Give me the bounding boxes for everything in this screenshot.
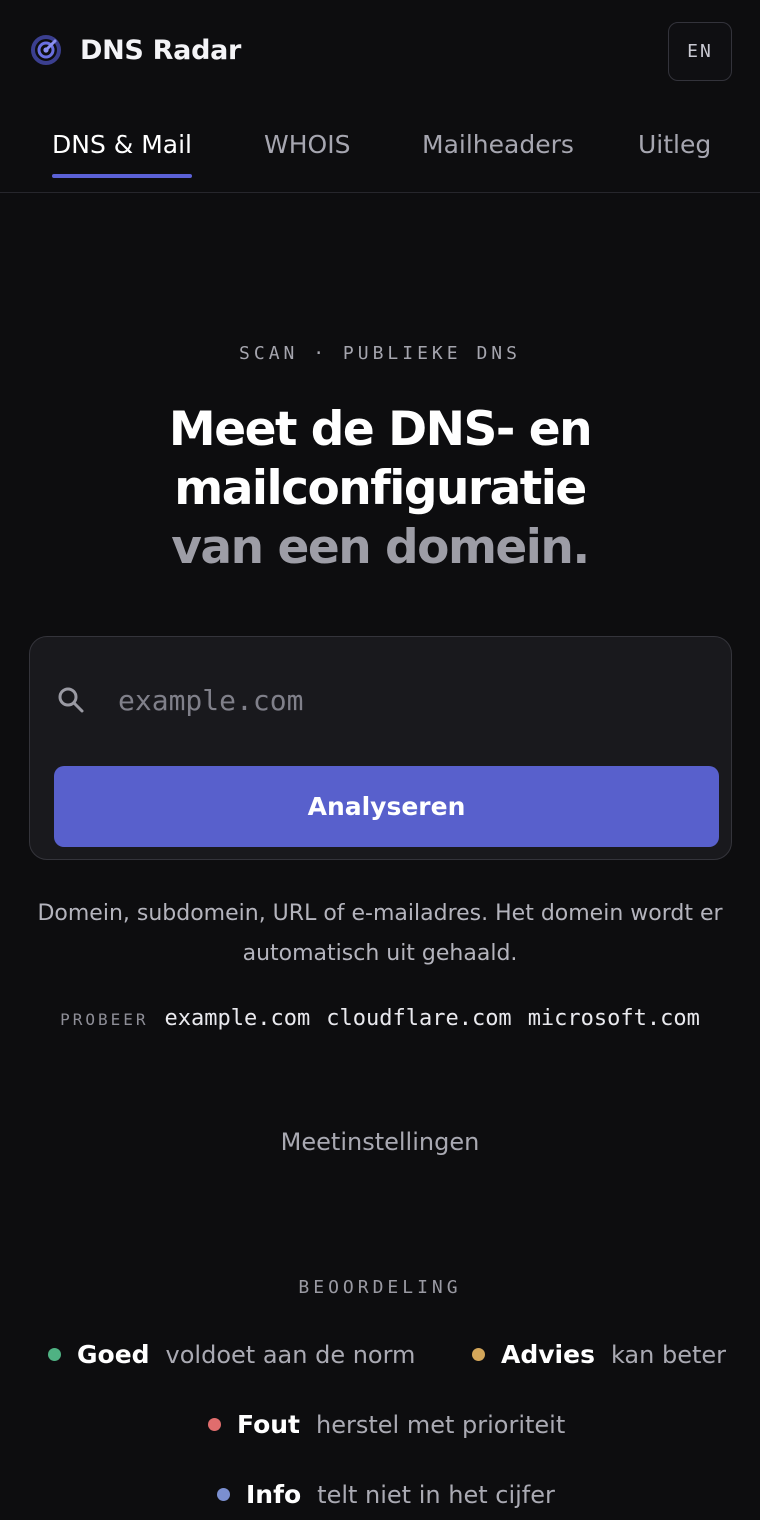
main-tabs: DNS & Mail WHOIS Mailheaders Uitleg — [0, 110, 760, 193]
legend-description: kan beter — [610, 1340, 727, 1369]
analyze-button[interactable]: Analyseren — [54, 766, 719, 847]
examples-label: PROBEER — [60, 1010, 149, 1029]
search-icon — [58, 687, 84, 713]
status-dot-error — [208, 1418, 221, 1431]
radar-icon — [31, 35, 61, 65]
domain-search-form: Analyseren — [29, 636, 732, 860]
tab-mailheaders[interactable]: Mailheaders — [422, 130, 574, 159]
page-title: Meet de DNS- en mailconfiguratie van een… — [0, 400, 760, 577]
language-toggle-button[interactable]: EN — [668, 22, 732, 81]
status-dot-good — [48, 1348, 61, 1361]
brand[interactable]: DNS Radar — [30, 34, 241, 66]
legend-item-advies: Advies kan beter — [472, 1340, 726, 1369]
status-dot-advice — [472, 1348, 485, 1361]
example-link-microsoft[interactable]: microsoft.com — [528, 1006, 700, 1031]
legend-name: Goed — [77, 1340, 150, 1369]
brand-name: DNS Radar — [80, 34, 242, 66]
legend-description: herstel met prioriteit — [316, 1410, 566, 1439]
top-bar: DNS Radar EN — [0, 0, 760, 100]
status-dot-info — [217, 1488, 230, 1501]
title-line-3: van een domein. — [171, 520, 590, 575]
measurement-settings-toggle[interactable]: Meetinstellingen — [0, 1128, 760, 1156]
title-line-1: Meet de DNS- en — [168, 402, 593, 457]
active-tab-indicator — [52, 174, 192, 178]
legend-name: Info — [246, 1480, 302, 1509]
legend-title: BEOORDELING — [298, 1277, 462, 1298]
example-link-cloudflare[interactable]: cloudflare.com — [326, 1006, 511, 1031]
tab-dns-mail[interactable]: DNS & Mail — [52, 130, 192, 159]
tab-uitleg[interactable]: Uitleg — [638, 130, 711, 159]
legend-item-goed: Goed voldoet aan de norm — [48, 1340, 415, 1369]
legend-name: Advies — [501, 1340, 595, 1369]
title-line-2: mailconfiguratie — [174, 461, 587, 516]
legend-description: telt niet in het cijfer — [317, 1480, 555, 1509]
example-domains: PROBEER example.com cloudflare.com micro… — [0, 1006, 760, 1031]
legend-description: voldoet aan de norm — [165, 1340, 416, 1369]
legend-name: Fout — [237, 1410, 300, 1439]
tab-whois[interactable]: WHOIS — [264, 130, 350, 159]
legend-item-fout: Fout herstel met prioriteit — [208, 1410, 565, 1439]
domain-input[interactable] — [110, 673, 700, 727]
input-hint: Domein, subdomein, URL of e-mailadres. H… — [37, 901, 723, 966]
hero-eyebrow: SCAN · PUBLIEKE DNS — [239, 343, 521, 364]
legend-item-info: Info telt niet in het cijfer — [217, 1480, 555, 1509]
example-link-example[interactable]: example.com — [165, 1006, 311, 1031]
